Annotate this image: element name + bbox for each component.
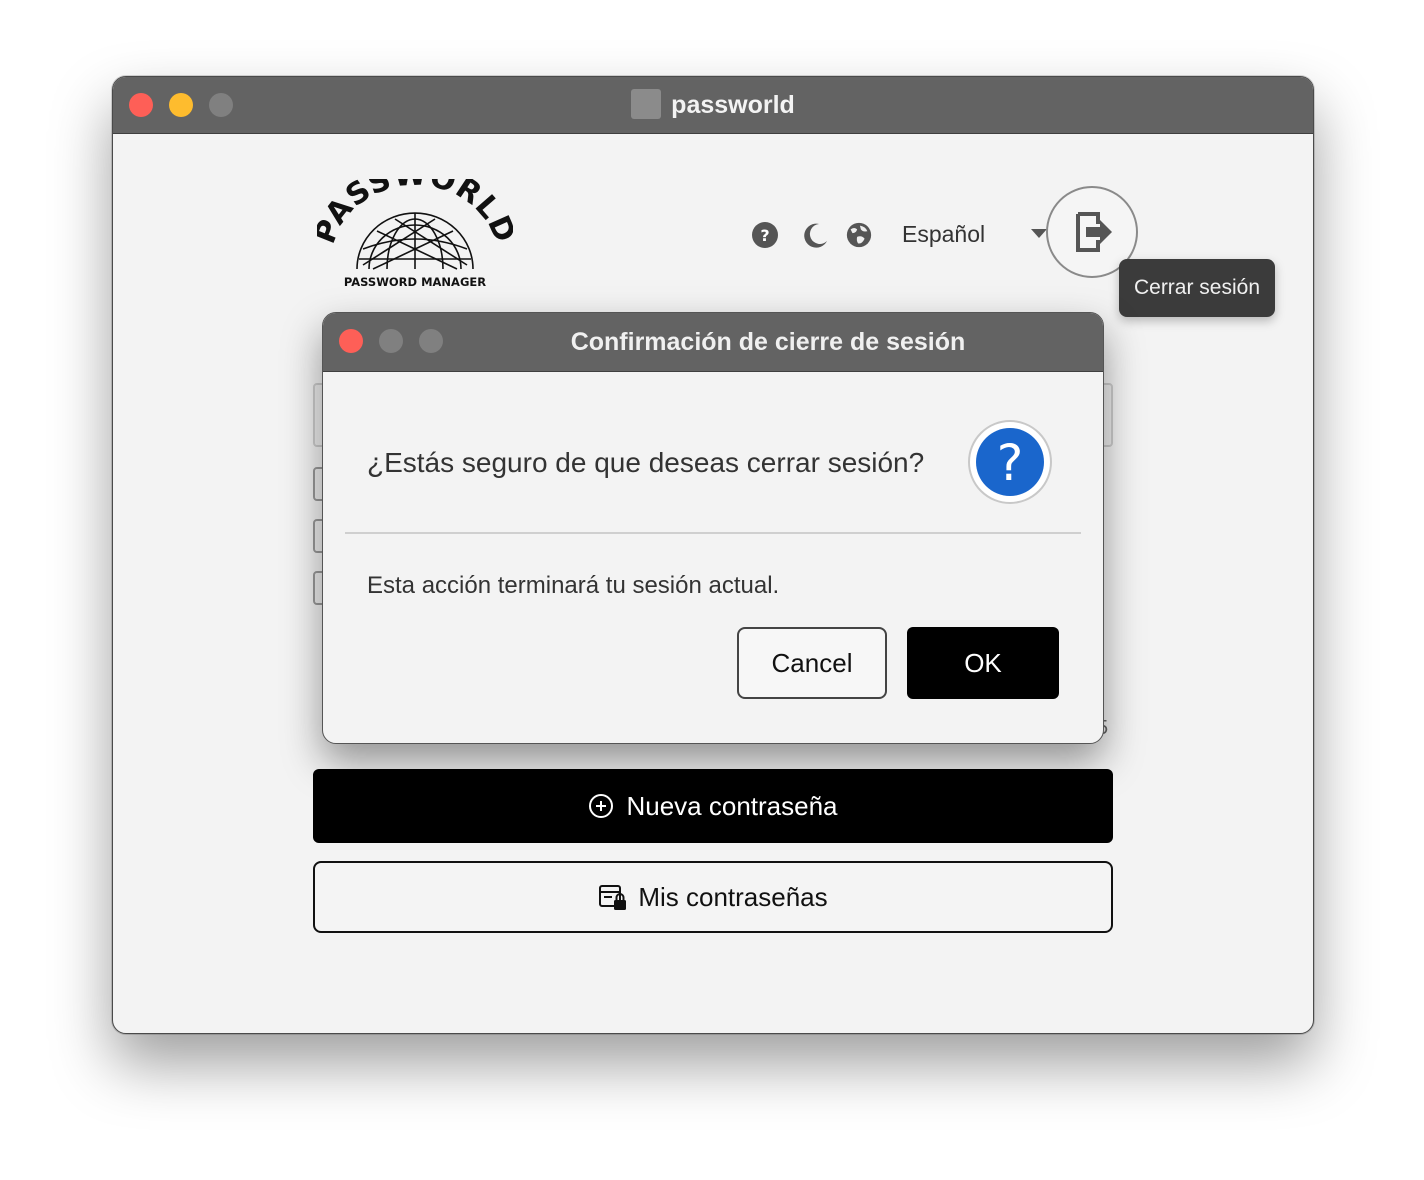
dialog-separator [345, 532, 1081, 534]
dialog-minimize-button [379, 329, 403, 353]
my-passwords-button[interactable]: Mis contraseñas [313, 861, 1113, 933]
dialog-close-button[interactable] [339, 329, 363, 353]
logout-confirm-dialog: Confirmación de cierre de sesión ¿Estás … [322, 312, 1104, 744]
dialog-maximize-button [419, 329, 443, 353]
globe-icon[interactable] [845, 221, 873, 249]
chevron-down-icon[interactable] [1031, 229, 1047, 238]
dialog-question: ¿Estás seguro de que deseas cerrar sesió… [367, 447, 925, 478]
ok-button[interactable]: OK [907, 627, 1059, 699]
window-title-text: passworld [671, 91, 795, 119]
dialog-titlebar[interactable]: Confirmación de cierre de sesión [323, 313, 1103, 372]
cancel-button[interactable]: Cancel [737, 627, 887, 699]
logo-tagline: PASSWORD MANAGER [344, 275, 486, 289]
svg-text:?: ? [997, 434, 1024, 492]
passworld-logo: PASSWORLD PASSWORD MANAGER [317, 179, 513, 289]
question-mark-icon: ? [968, 420, 1052, 504]
dialog-detail: Esta acción terminará tu sesión actual. [367, 572, 780, 599]
plus-circle-icon [589, 794, 614, 818]
new-password-button[interactable]: Nueva contraseña [313, 769, 1113, 843]
dialog-title: Confirmación de cierre de sesión [570, 328, 966, 356]
my-passwords-label: Mis contraseñas [638, 881, 828, 912]
app-globe-icon [631, 89, 662, 119]
logout-arrow-icon [1076, 212, 1112, 252]
logout-tooltip: Cerrar sesión [1119, 259, 1275, 317]
moon-icon[interactable] [801, 221, 829, 249]
help-icon[interactable]: ? [751, 221, 779, 249]
language-select[interactable]: Español [902, 220, 985, 248]
svg-text:?: ? [760, 226, 769, 245]
window-title: passworld [113, 89, 1313, 121]
new-password-label: Nueva contraseña [626, 790, 838, 821]
vault-lock-icon [599, 885, 627, 910]
window-titlebar[interactable]: passworld [113, 77, 1313, 134]
